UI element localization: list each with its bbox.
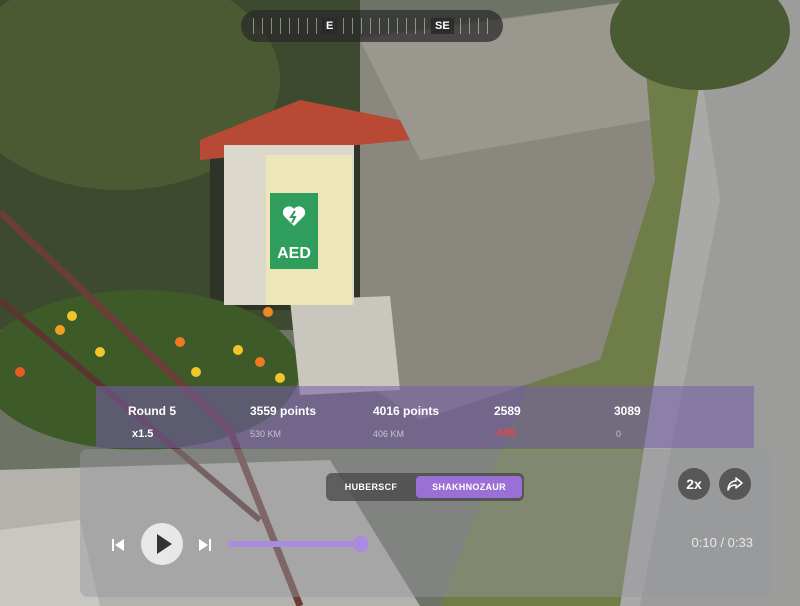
player-tabs: HUBERSCF SHAKHNOZAUR (326, 473, 524, 501)
skip-back-icon (112, 539, 124, 551)
replay-player-panel: HUBERSCF SHAKHNOZAUR 2x 0:10 / 0:33 (80, 449, 771, 597)
aed-sign-label: AED (277, 245, 311, 262)
player1-round-points: 3559 points (250, 404, 317, 418)
round-label: Round 5 (128, 404, 176, 418)
compass-label-east: E (322, 18, 338, 34)
progress-fill (228, 541, 361, 547)
play-icon (157, 534, 172, 554)
skip-forward-button[interactable] (197, 537, 213, 558)
player1-distance: 530 KM (250, 429, 282, 439)
progress-knob[interactable] (353, 536, 369, 552)
skip-forward-icon (199, 539, 211, 551)
player2-delta: 0 (616, 429, 622, 439)
playback-time: 0:10 / 0:33 (691, 535, 753, 550)
player1-delta: -686 (494, 427, 517, 439)
player2-total: 3089 (614, 404, 641, 418)
tab-shakhnozaur[interactable]: SHAKHNOZAUR (416, 476, 522, 498)
player2-round-points: 4016 points (373, 404, 440, 418)
compass-bar: E SE (241, 10, 503, 42)
play-button[interactable] (141, 523, 183, 565)
skip-back-button[interactable] (110, 537, 126, 558)
compass-ticks (253, 18, 491, 34)
tab-huberscf[interactable]: HUBERSCF (330, 476, 412, 498)
compass-label-southeast: SE (431, 18, 454, 34)
aed-heart-icon (281, 203, 307, 229)
share-icon (727, 477, 743, 491)
share-button[interactable] (719, 468, 751, 500)
player2-distance: 406 KM (373, 429, 405, 439)
speed-button[interactable]: 2x (678, 468, 710, 500)
progress-slider[interactable] (228, 536, 369, 552)
round-scoreboard: Round 5 x1.5 3559 points 530 KM 4016 poi… (96, 386, 754, 448)
player1-total: 2589 (494, 404, 521, 418)
round-multiplier: x1.5 (132, 428, 154, 440)
